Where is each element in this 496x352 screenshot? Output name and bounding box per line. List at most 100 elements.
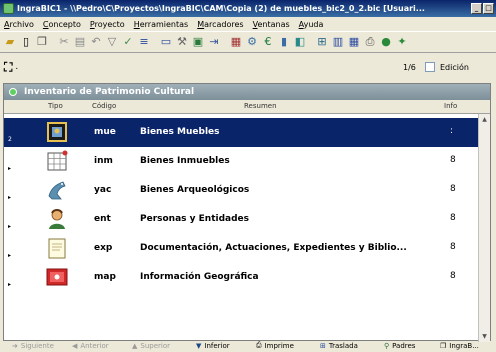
menu-ayuda[interactable]: Ayuda bbox=[299, 20, 324, 29]
column-header-tipo[interactable]: Tipo bbox=[48, 102, 63, 110]
row-summary: Documentación, Actuaciones, Expedientes … bbox=[140, 243, 407, 253]
network-icon[interactable]: ⊞ bbox=[315, 35, 329, 49]
check-filter-icon[interactable]: ✓ bbox=[121, 35, 135, 49]
printer-icon: ⎙ bbox=[256, 341, 262, 349]
open-folder-icon[interactable]: ▰ bbox=[3, 35, 17, 49]
row-code: yac bbox=[94, 185, 112, 195]
up-label: Superior bbox=[140, 341, 171, 350]
bird-statue-icon bbox=[48, 181, 66, 200]
globe-icon[interactable]: ● bbox=[379, 35, 393, 49]
cylinder-icon[interactable]: ▮ bbox=[277, 35, 291, 49]
move-label: Traslada bbox=[328, 341, 358, 350]
ingrabic-button[interactable]: ❐ IngraB... bbox=[436, 339, 496, 352]
tools2-icon[interactable]: ✦ bbox=[395, 35, 409, 49]
maximize-button[interactable]: □ bbox=[483, 3, 494, 14]
row-info: 8 bbox=[450, 242, 456, 252]
row-info: 8 bbox=[450, 184, 456, 194]
table-row[interactable]: 2 mue Bienes Muebles : bbox=[4, 118, 478, 147]
edit-label: Edición bbox=[440, 63, 469, 72]
menu-marcadores[interactable]: Marcadores bbox=[197, 20, 243, 29]
down-button[interactable]: ▼ Inferior bbox=[192, 339, 250, 352]
column-header-resumen[interactable]: Resumen bbox=[244, 102, 277, 110]
previous-button[interactable]: ◀ Anterior bbox=[68, 339, 126, 352]
app-icon bbox=[3, 3, 14, 14]
down-icon: ▼ bbox=[196, 341, 202, 350]
inventory-panel: Inventario de Patrimonio Cultural Tipo C… bbox=[3, 83, 491, 342]
chart-icon[interactable]: ▦ bbox=[229, 35, 243, 49]
down-label: Inferior bbox=[204, 341, 230, 350]
vertical-scrollbar[interactable]: ▲ ▼ bbox=[478, 114, 490, 342]
export-icon[interactable]: ⇥ bbox=[207, 35, 221, 49]
menu-ventanas[interactable]: Ventanas bbox=[253, 20, 290, 29]
row-summary: Bienes Arqueológicos bbox=[140, 185, 250, 195]
table-row[interactable]: ▸ yac Bienes Arqueológicos 8 bbox=[4, 176, 478, 205]
binoculars-icon[interactable]: ⛶ bbox=[4, 60, 12, 75]
title-bar: IngraBIC1 - \\Pedro\C\Proyectos\IngraBIC… bbox=[0, 0, 496, 17]
table-row[interactable]: ▸ exp Documentación, Actuaciones, Expedi… bbox=[4, 234, 478, 263]
document-icon bbox=[48, 238, 66, 259]
up-icon: ▲ bbox=[132, 341, 138, 350]
menu-archivo[interactable]: Archivo bbox=[4, 20, 34, 29]
row-code: mue bbox=[94, 127, 116, 137]
panel-header: Inventario de Patrimonio Cultural bbox=[4, 84, 490, 100]
next-button[interactable]: ➜ Siguiente bbox=[8, 339, 66, 352]
paste-icon[interactable]: ▤ bbox=[73, 35, 87, 49]
minimize-button[interactable]: _ bbox=[471, 3, 482, 14]
row-info: 8 bbox=[450, 271, 456, 281]
print-button[interactable]: ⎙ Imprime bbox=[252, 339, 314, 352]
tree-icon: ⚲ bbox=[384, 341, 390, 350]
ingrabic-icon: ❐ bbox=[440, 341, 447, 350]
previous-icon: ◀ bbox=[72, 341, 78, 350]
row-code: inm bbox=[94, 156, 113, 166]
map-icon bbox=[46, 268, 68, 286]
building-grid-icon bbox=[47, 150, 68, 171]
museum-icon bbox=[47, 122, 67, 142]
menu-bar: Archivo Concepto Proyecto Herramientas M… bbox=[0, 17, 496, 31]
cut-icon[interactable]: ✂ bbox=[57, 35, 71, 49]
panel-title: Inventario de Patrimonio Cultural bbox=[24, 87, 195, 97]
column-header-codigo[interactable]: Código bbox=[92, 102, 116, 110]
nav-dot: . bbox=[15, 62, 19, 72]
row-code: exp bbox=[94, 243, 113, 253]
row-info: 8 bbox=[450, 155, 456, 165]
row-summary: Bienes Inmuebles bbox=[140, 156, 230, 166]
menu-concepto[interactable]: Concepto bbox=[43, 20, 81, 29]
copy-icon[interactable]: ❐ bbox=[35, 35, 49, 49]
move-icon: ⊞ bbox=[320, 341, 326, 350]
image-icon[interactable]: ▣ bbox=[191, 35, 205, 49]
edit-checkbox[interactable] bbox=[425, 62, 435, 72]
row-info: 8 bbox=[450, 213, 456, 223]
move-button[interactable]: ⊞ Traslada bbox=[316, 339, 378, 352]
row-marker: ▸ bbox=[8, 252, 12, 259]
list-icon[interactable]: ≡ bbox=[137, 35, 151, 49]
grid-icon[interactable]: ▦ bbox=[347, 35, 361, 49]
parents-button[interactable]: ⚲ Padres bbox=[380, 339, 434, 352]
tools-icon[interactable]: ⚒ bbox=[175, 35, 189, 49]
page-count: 1/6 bbox=[403, 63, 416, 72]
filter-icon[interactable]: ▽ bbox=[105, 35, 119, 49]
table-row[interactable]: ▸ inm Bienes Inmuebles 8 bbox=[4, 147, 478, 176]
menu-herramientas[interactable]: Herramientas bbox=[134, 20, 189, 29]
menu-proyecto[interactable]: Proyecto bbox=[90, 20, 125, 29]
scroll-up-button[interactable]: ▲ bbox=[479, 114, 490, 125]
toolbar: ▰ ▯ ❐ ✂ ▤ ↶ ▽ ✓ ≡ ▭ ⚒ ▣ ⇥ ▦ ⚙ € ▮ ◧ ⊞ ▥ … bbox=[0, 31, 496, 53]
euro-icon[interactable]: € bbox=[261, 35, 275, 49]
parents-label: Padres bbox=[392, 341, 416, 350]
undo-icon[interactable]: ↶ bbox=[89, 35, 103, 49]
settings-icon[interactable]: ⚙ bbox=[245, 35, 259, 49]
row-code: map bbox=[94, 272, 116, 282]
table-row[interactable]: ▸ ent Personas y Entidades 8 bbox=[4, 205, 478, 234]
person-icon bbox=[49, 209, 65, 229]
up-button[interactable]: ▲ Superior bbox=[128, 339, 190, 352]
table-icon[interactable]: ▥ bbox=[331, 35, 345, 49]
window-title: IngraBIC1 - \\Pedro\C\Proyectos\IngraBIC… bbox=[17, 4, 425, 13]
column-headers: Tipo Código Resumen Info bbox=[4, 100, 490, 114]
column-header-info[interactable]: Info bbox=[444, 102, 457, 110]
window-icon[interactable]: ▭ bbox=[159, 35, 173, 49]
panel-status-icon bbox=[9, 88, 17, 96]
table-row[interactable]: ▸ map Información Geográfica 8 bbox=[4, 263, 478, 292]
next-label: Siguiente bbox=[20, 341, 54, 350]
database-icon[interactable]: ◧ bbox=[293, 35, 307, 49]
new-file-icon[interactable]: ▯ bbox=[19, 35, 33, 49]
print-icon[interactable]: ⎙ bbox=[363, 35, 377, 49]
